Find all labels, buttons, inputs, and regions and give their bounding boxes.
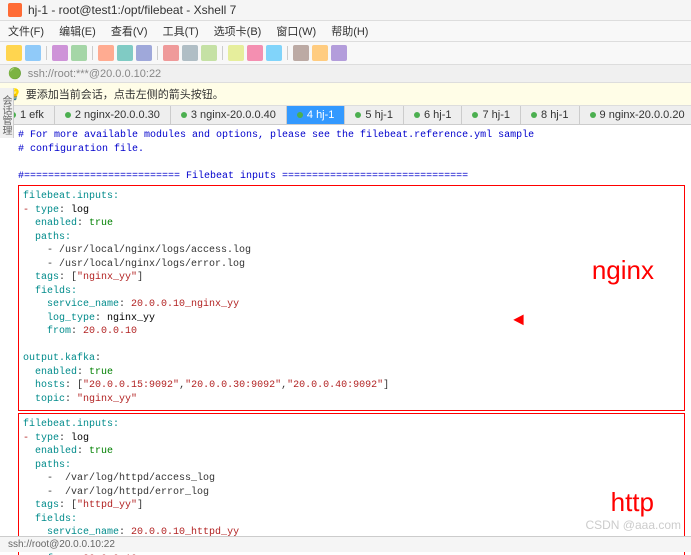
status-dot bbox=[297, 112, 303, 118]
toolbar bbox=[0, 42, 691, 65]
status-dot bbox=[65, 112, 71, 118]
menu-window[interactable]: 窗口(W) bbox=[276, 26, 316, 38]
tab-hj1-7[interactable]: 7 hj-1 bbox=[462, 106, 521, 124]
lock-icon[interactable] bbox=[312, 45, 328, 61]
tip-text: 要添加当前会话，点击左侧的箭头按钮。 bbox=[26, 86, 224, 102]
address-bar: 🟢 ssh://root:***@20.0.0.10:22 bbox=[0, 65, 691, 83]
window-title: hj-1 - root@test1:/opt/filebeat - Xshell… bbox=[28, 3, 236, 17]
status-dot bbox=[181, 112, 187, 118]
status-dot bbox=[414, 112, 420, 118]
http-config-block: http filebeat.inputs: - type: log enable… bbox=[18, 413, 685, 555]
watermark: CSDN @aaa.com bbox=[585, 518, 681, 532]
tab-hj1-active[interactable]: 4 hj-1 bbox=[287, 106, 346, 124]
separator bbox=[222, 46, 223, 60]
color-icon[interactable] bbox=[201, 45, 217, 61]
tab-nginx-40[interactable]: 3 nginx-20.0.0.40 bbox=[171, 106, 287, 124]
http-label: http bbox=[611, 485, 654, 520]
session-tab-bar: 1 efk 2 nginx-20.0.0.30 3 nginx-20.0.0.4… bbox=[0, 106, 691, 125]
separator bbox=[287, 46, 288, 60]
properties-icon[interactable] bbox=[163, 45, 179, 61]
tab-nginx-30[interactable]: 2 nginx-20.0.0.30 bbox=[55, 106, 171, 124]
tab-hj1-6[interactable]: 6 hj-1 bbox=[404, 106, 463, 124]
new-session-icon[interactable] bbox=[6, 45, 22, 61]
paste-icon[interactable] bbox=[117, 45, 133, 61]
tab-hj1-5[interactable]: 5 hj-1 bbox=[345, 106, 404, 124]
reconnect-icon[interactable] bbox=[52, 45, 68, 61]
copy-icon[interactable] bbox=[98, 45, 114, 61]
menu-bar: 文件(F) 编辑(E) 查看(V) 工具(T) 选项卡(B) 窗口(W) 帮助(… bbox=[0, 21, 691, 42]
menu-file[interactable]: 文件(F) bbox=[8, 26, 44, 38]
status-bar: ssh://root@20.0.0.10:22 bbox=[0, 536, 691, 552]
font-icon[interactable] bbox=[182, 45, 198, 61]
status-dot bbox=[531, 112, 537, 118]
separator bbox=[92, 46, 93, 60]
script-icon[interactable] bbox=[266, 45, 282, 61]
menu-tabs[interactable]: 选项卡(B) bbox=[214, 26, 262, 38]
fullscreen-icon[interactable] bbox=[331, 45, 347, 61]
app-icon bbox=[8, 3, 22, 17]
find-icon[interactable] bbox=[136, 45, 152, 61]
comment-line: # For more available modules and options… bbox=[18, 129, 685, 143]
status-dot bbox=[590, 112, 596, 118]
section-header: #========================== Filebeat inp… bbox=[18, 170, 685, 184]
tip-bar: 💡 要添加当前会话，点击左侧的箭头按钮。 bbox=[0, 83, 691, 106]
transfer-icon[interactable] bbox=[228, 45, 244, 61]
open-icon[interactable] bbox=[25, 45, 41, 61]
status-dot bbox=[355, 112, 361, 118]
status-dot bbox=[472, 112, 478, 118]
terminal-area[interactable]: # For more available modules and options… bbox=[0, 125, 691, 555]
status-text: ssh://root@20.0.0.10:22 bbox=[8, 539, 115, 550]
nginx-label: nginx bbox=[592, 253, 654, 288]
tab-hj1-8[interactable]: 8 hj-1 bbox=[521, 106, 580, 124]
tunnel-icon[interactable] bbox=[247, 45, 263, 61]
separator bbox=[157, 46, 158, 60]
tab-nginx-20[interactable]: 9 nginx-20.0.0.20 bbox=[580, 106, 691, 124]
connected-icon: 🟢 bbox=[8, 67, 22, 80]
menu-view[interactable]: 查看(V) bbox=[111, 26, 148, 38]
menu-tools[interactable]: 工具(T) bbox=[163, 26, 199, 38]
menu-edit[interactable]: 编辑(E) bbox=[59, 26, 96, 38]
separator bbox=[46, 46, 47, 60]
nginx-config-block: nginx ◄ filebeat.inputs: - type: log ena… bbox=[18, 185, 685, 411]
window-title-bar: hj-1 - root@test1:/opt/filebeat - Xshell… bbox=[0, 0, 691, 21]
address-text[interactable]: ssh://root:***@20.0.0.10:22 bbox=[28, 68, 161, 80]
disconnect-icon[interactable] bbox=[71, 45, 87, 61]
log-icon[interactable] bbox=[293, 45, 309, 61]
comment-line: # configuration file. bbox=[18, 143, 685, 157]
arrow-icon: ◄ bbox=[513, 309, 524, 333]
menu-help[interactable]: 帮助(H) bbox=[331, 26, 368, 38]
